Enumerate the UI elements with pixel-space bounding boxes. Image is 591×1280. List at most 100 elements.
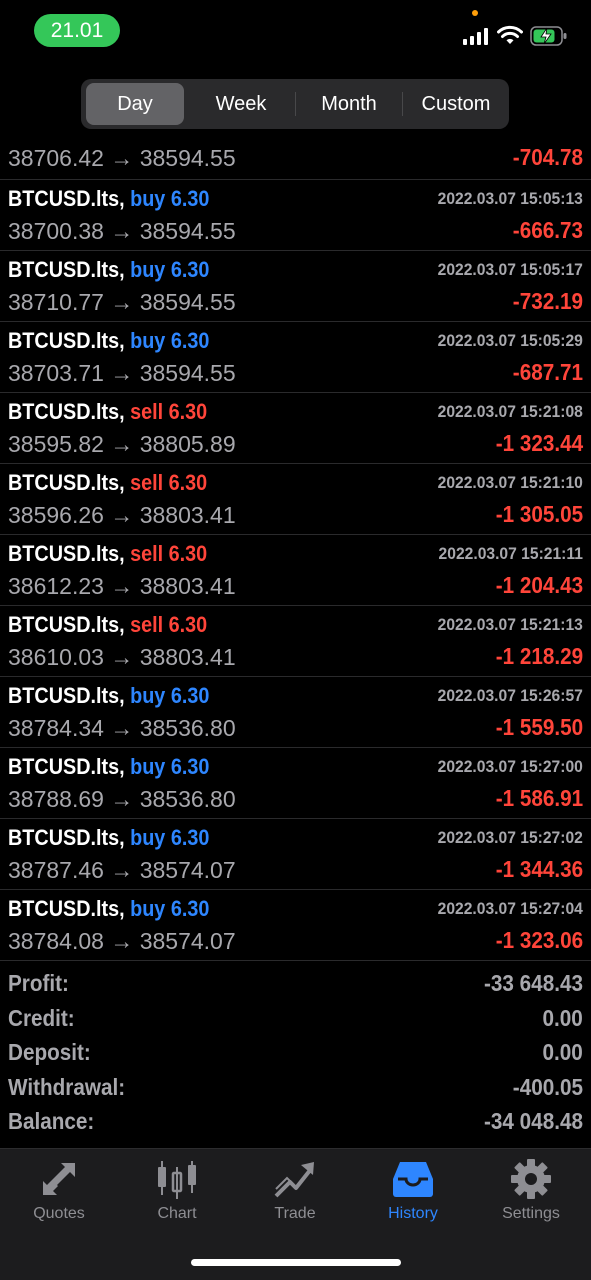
trade-prices: 38706.42 → 38594.55: [8, 145, 236, 171]
summary-value: 0.00: [542, 1004, 583, 1031]
trade-symbol-line: BTCUSD.lts, sell 6.30: [8, 399, 207, 425]
trade-prices: 38710.77 → 38594.55: [8, 289, 236, 315]
trade-datetime: 2022.03.07 15:21:10: [437, 473, 583, 492]
trade-datetime: 2022.03.07 15:27:00: [437, 757, 583, 776]
tab-label: Quotes: [33, 1205, 85, 1222]
trade-symbol: BTCUSD.lts,: [8, 541, 125, 566]
trade-profit: -666.73: [512, 217, 583, 243]
trade-profit: -1 559.50: [495, 714, 583, 740]
trade-row[interactable]: BTCUSD.lts, sell 6.30 2022.03.07 15:21:1…: [0, 535, 591, 606]
trade-profit: -1 204.43: [495, 572, 583, 598]
trade-side-volume: sell 6.30: [130, 612, 208, 637]
tab-label: Settings: [502, 1205, 560, 1222]
battery-charging-icon: [530, 26, 567, 46]
trade-side-volume: buy 6.30: [130, 186, 210, 211]
trade-datetime: 2022.03.07 15:05:17: [437, 260, 583, 279]
trade-prices: 38788.69 → 38536.80: [8, 786, 236, 812]
summary-label: Balance:: [8, 1108, 95, 1135]
segment-divider: [295, 92, 296, 116]
summary-balance-row: Balance: -34 048.48: [0, 1104, 591, 1139]
trade-prices: 38610.03 → 38803.41: [8, 644, 236, 670]
trade-symbol-line: BTCUSD.lts, buy 6.30: [8, 896, 209, 922]
status-time[interactable]: 21.01: [34, 14, 120, 47]
trade-prices: 38784.34 → 38536.80: [8, 715, 236, 741]
trade-side-volume: buy 6.30: [130, 754, 210, 779]
trade-datetime: 2022.03.07 15:27:02: [437, 828, 583, 847]
tab-settings[interactable]: Settings: [472, 1159, 590, 1239]
trade-row[interactable]: BTCUSD.lts, buy 6.30 2022.03.07 15:05:29…: [0, 322, 591, 393]
trade-row[interactable]: BTCUSD.lts, buy 6.30 2022.03.07 15:27:04…: [0, 890, 591, 961]
trade-prices: 38612.23 → 38803.41: [8, 573, 236, 599]
tab-chart[interactable]: Chart: [118, 1159, 236, 1239]
trade-prices: 38596.26 → 38803.41: [8, 502, 236, 528]
period-tab-day[interactable]: Day: [86, 83, 184, 125]
trade-datetime: 2022.03.07 15:21:08: [437, 402, 583, 421]
trade-symbol: BTCUSD.lts,: [8, 186, 125, 211]
home-indicator[interactable]: [191, 1259, 401, 1266]
trade-row[interactable]: BTCUSD.lts, sell 6.30 2022.03.07 15:21:0…: [0, 393, 591, 464]
trade-symbol-line: BTCUSD.lts, buy 6.30: [8, 186, 209, 212]
summary-value: -400.05: [512, 1073, 583, 1100]
trade-symbol-line: BTCUSD.lts, sell 6.30: [8, 541, 207, 567]
summary-withdrawal-row: Withdrawal: -400.05: [0, 1070, 591, 1105]
trade-datetime: 2022.03.07 15:26:57: [437, 686, 583, 705]
trade-profit: -732.19: [512, 288, 583, 314]
trade-row[interactable]: BTCUSD.lts, buy 6.30 2022.03.07 15:05:13…: [0, 180, 591, 251]
summary-value: 0.00: [542, 1039, 583, 1066]
summary-label: Credit:: [8, 1004, 75, 1031]
trade-side-volume: sell 6.30: [130, 399, 208, 424]
trade-row[interactable]: BTCUSD.lts, buy 6.30 2022.03.07 15:27:02…: [0, 819, 591, 890]
trade-symbol: BTCUSD.lts,: [8, 754, 125, 779]
trade-profit: -1 344.36: [495, 856, 583, 882]
segment-divider: [402, 92, 403, 116]
trade-side-volume: buy 6.30: [130, 896, 210, 921]
trade-symbol-line: BTCUSD.lts, buy 6.30: [8, 825, 209, 851]
trade-row[interactable]: BTCUSD.lts, sell 6.30 2022.03.07 15:21:1…: [0, 606, 591, 677]
gear-icon: [511, 1159, 551, 1199]
summary-profit-row: Profit: -33 648.43: [0, 966, 591, 1001]
trade-side-volume: buy 6.30: [130, 683, 210, 708]
trade-row[interactable]: BTCUSD.lts, buy 6.30 2022.03.07 15:05:17…: [0, 251, 591, 322]
tab-label: History: [388, 1205, 438, 1222]
trade-symbol-line: BTCUSD.lts, buy 6.30: [8, 754, 209, 780]
summary-credit-row: Credit: 0.00: [0, 1001, 591, 1036]
inbox-tray-icon: [393, 1162, 433, 1197]
trade-symbol-line: BTCUSD.lts, sell 6.30: [8, 470, 207, 496]
trade-profit: -1 323.44: [495, 430, 583, 456]
summary-label: Withdrawal:: [8, 1073, 126, 1100]
trade-profit: -704.78: [512, 144, 583, 170]
trade-symbol: BTCUSD.lts,: [8, 328, 125, 353]
tab-trade[interactable]: Trade: [236, 1159, 354, 1239]
period-tab-month[interactable]: Month: [301, 83, 397, 125]
trade-side-volume: buy 6.30: [130, 257, 210, 282]
tab-history[interactable]: History: [354, 1159, 472, 1239]
tab-label: Chart: [157, 1205, 197, 1222]
trade-row[interactable]: BTCUSD.lts, buy 6.30 2022.03.07 15:26:57…: [0, 677, 591, 748]
trade-datetime: 2022.03.07 15:27:04: [437, 899, 583, 918]
cellular-signal-icon: [463, 28, 489, 45]
privacy-indicator-dot: [472, 10, 478, 16]
wifi-icon: [497, 25, 523, 44]
account-summary: Profit: -33 648.43 Credit: 0.00 Deposit:…: [0, 966, 591, 1139]
trade-prices: 38784.08 → 38574.07: [8, 928, 236, 954]
trade-datetime: 2022.03.07 15:05:29: [437, 331, 583, 350]
tab-quotes[interactable]: Quotes: [0, 1159, 118, 1239]
tab-label: Trade: [274, 1205, 316, 1222]
trade-datetime: 2022.03.07 15:21:13: [437, 615, 583, 634]
trade-row[interactable]: 38706.42 → 38594.55 -704.78: [0, 139, 591, 180]
trend-line-icon: [274, 1162, 314, 1198]
period-tab-week[interactable]: Week: [193, 83, 289, 125]
trade-prices: 38595.82 → 38805.89: [8, 431, 236, 457]
trade-side-volume: sell 6.30: [130, 541, 208, 566]
trade-symbol: BTCUSD.lts,: [8, 399, 125, 424]
trade-prices: 38787.46 → 38574.07: [8, 857, 236, 883]
trade-row[interactable]: BTCUSD.lts, sell 6.30 2022.03.07 15:21:1…: [0, 464, 591, 535]
trade-prices: 38700.38 → 38594.55: [8, 218, 236, 244]
period-tab-custom[interactable]: Custom: [407, 83, 505, 125]
summary-label: Deposit:: [8, 1039, 91, 1066]
trade-datetime: 2022.03.07 15:21:11: [438, 544, 583, 563]
trade-profit: -1 323.06: [495, 927, 583, 953]
trade-row[interactable]: BTCUSD.lts, buy 6.30 2022.03.07 15:27:00…: [0, 748, 591, 819]
period-segmented-control: Day Week Month Custom: [81, 79, 509, 129]
candlestick-icon: [158, 1161, 196, 1199]
